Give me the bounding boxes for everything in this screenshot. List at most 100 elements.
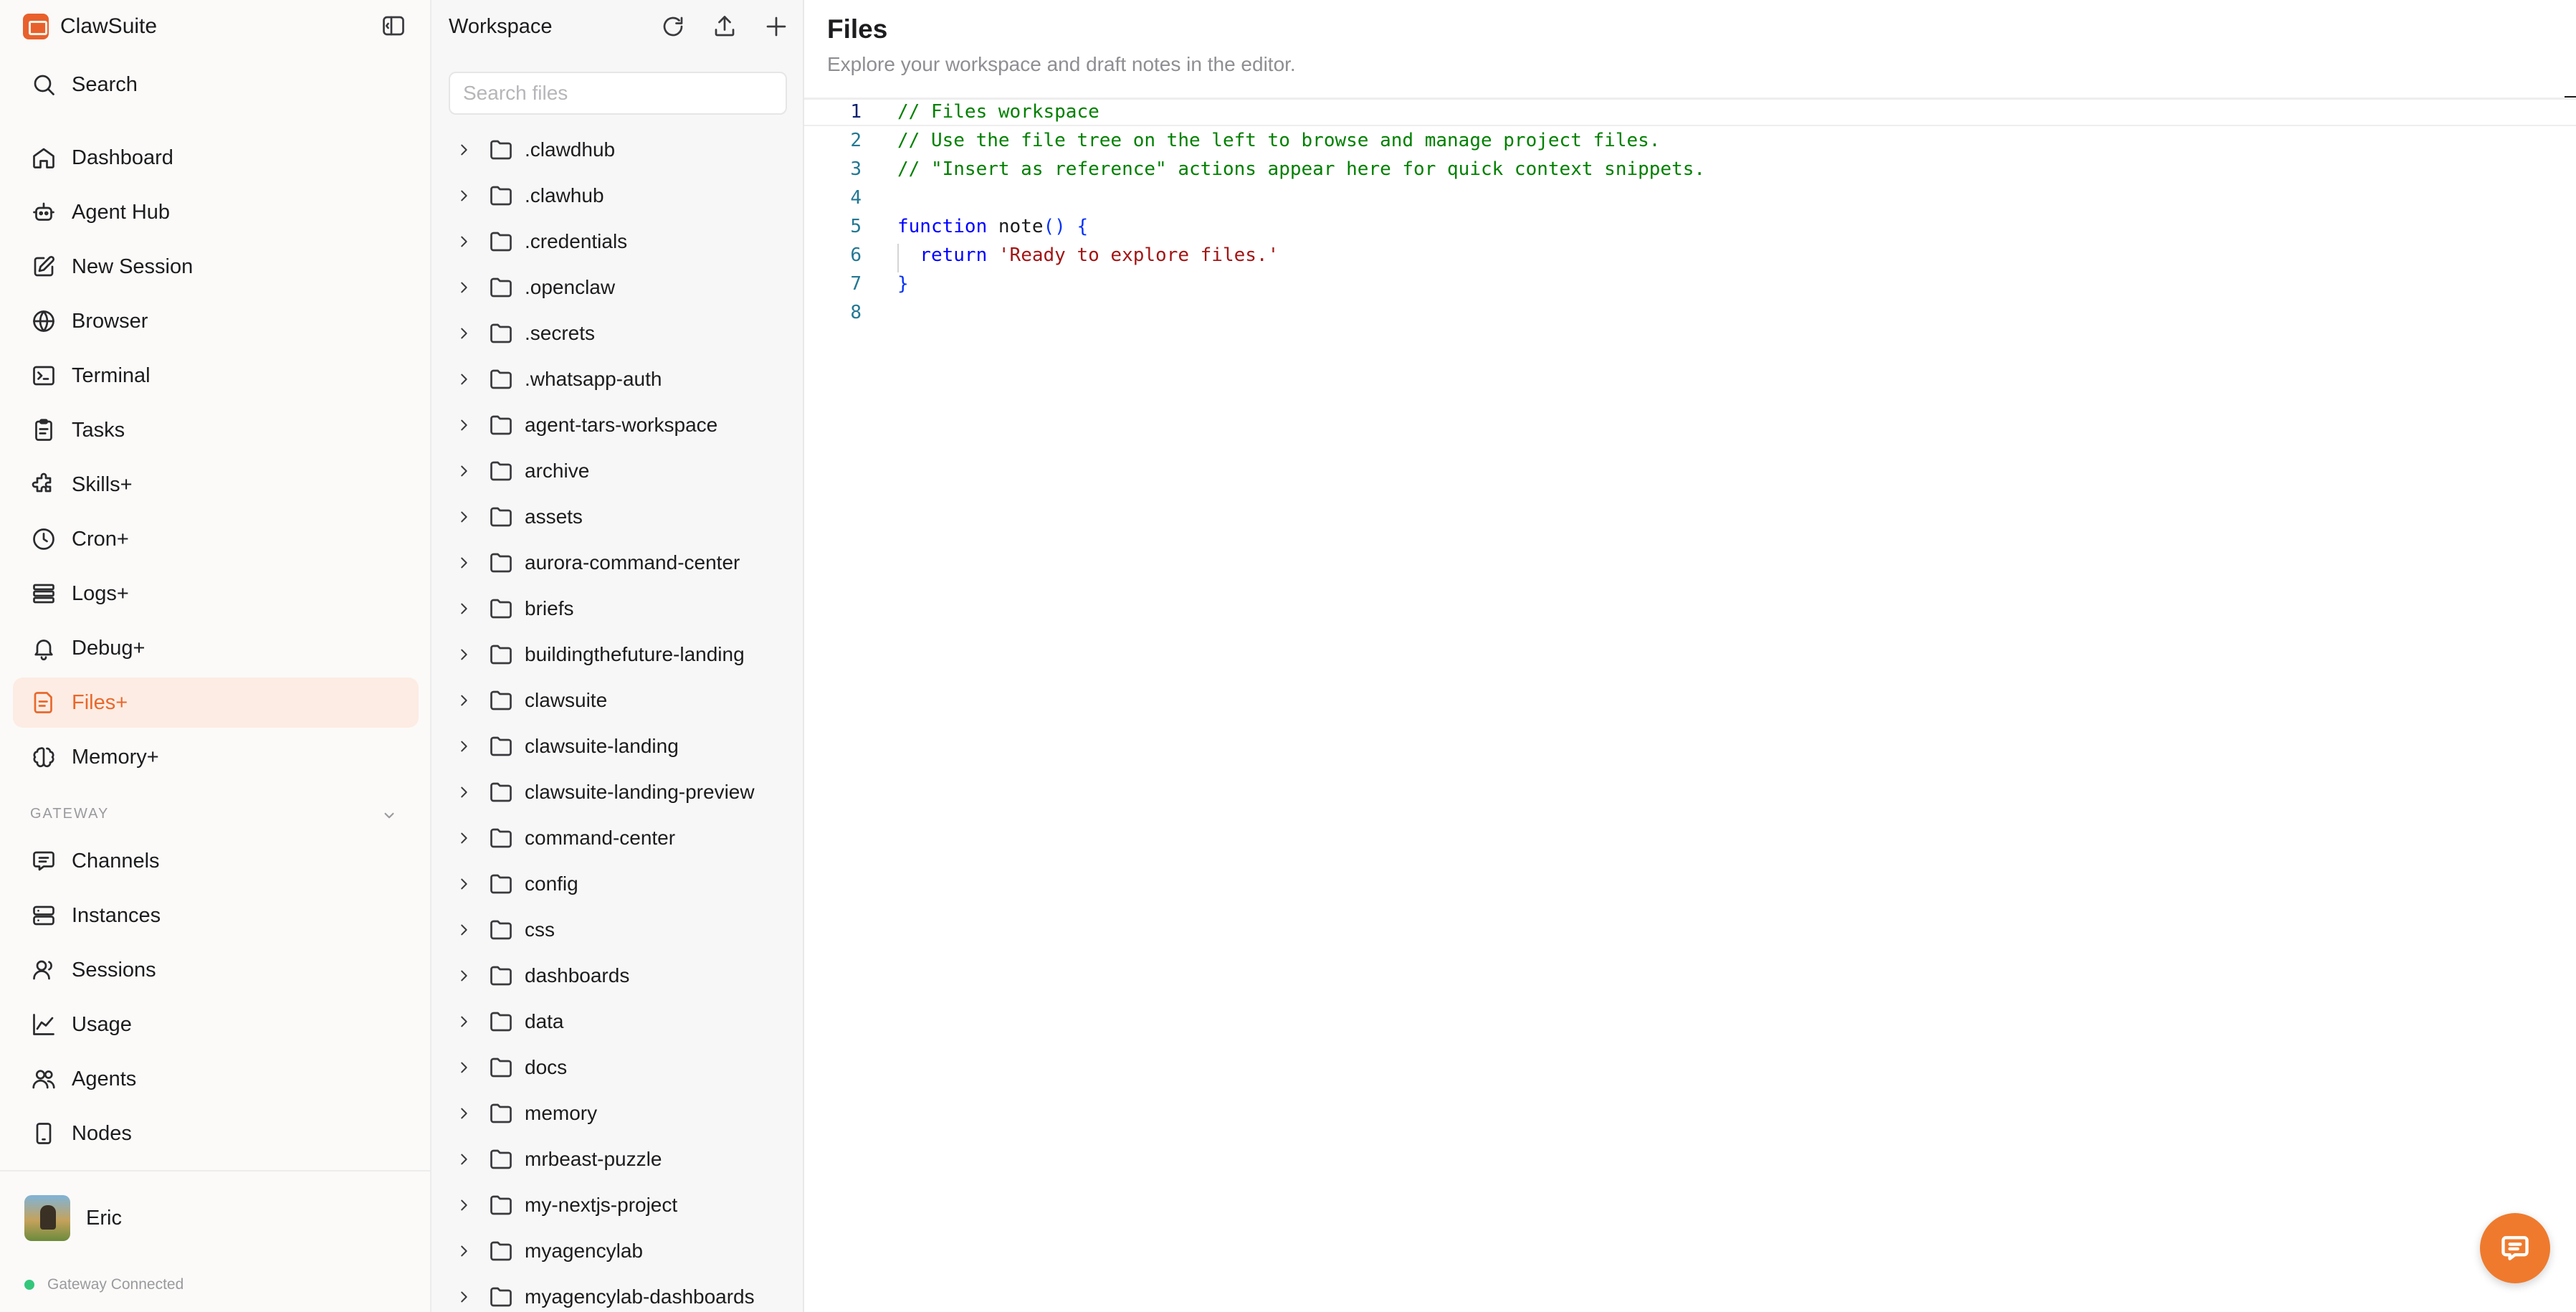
tree-folder-row[interactable]: .credentials bbox=[453, 222, 790, 262]
sidebar-item-debug[interactable]: Debug+ bbox=[13, 623, 419, 673]
code-line[interactable]: 8 bbox=[804, 298, 2576, 327]
sidebar-item-instances[interactable]: Instances bbox=[13, 890, 419, 941]
sidebar-item-label: Tasks bbox=[72, 418, 125, 442]
chevron-right-icon[interactable] bbox=[453, 873, 474, 895]
user-profile[interactable]: Eric bbox=[24, 1194, 122, 1242]
folder-icon bbox=[487, 366, 515, 393]
code-line[interactable]: 7} bbox=[804, 270, 2576, 298]
tree-folder-row[interactable]: myagencylab-dashboards bbox=[453, 1277, 790, 1312]
plus-icon[interactable] bbox=[760, 10, 793, 43]
tree-folder-row[interactable]: dashboards bbox=[453, 956, 790, 996]
chevron-right-icon[interactable] bbox=[453, 1103, 474, 1124]
chevron-right-icon[interactable] bbox=[453, 369, 474, 390]
refresh-icon[interactable] bbox=[657, 10, 690, 43]
code-token: } bbox=[897, 273, 909, 295]
chevron-right-icon[interactable] bbox=[453, 644, 474, 665]
sidebar-item-agents[interactable]: Agents bbox=[13, 1054, 419, 1104]
main-content: Files Explore your workspace and draft n… bbox=[804, 0, 2576, 1312]
chevron-right-icon[interactable] bbox=[453, 919, 474, 941]
chevron-right-icon[interactable] bbox=[453, 185, 474, 206]
chevron-right-icon[interactable] bbox=[453, 231, 474, 252]
clock-icon bbox=[30, 526, 57, 553]
code-line[interactable]: 6 return 'Ready to explore files.' bbox=[804, 241, 2576, 270]
code-token: // Files workspace bbox=[897, 101, 1099, 123]
sidebar-item-browser[interactable]: Browser bbox=[13, 296, 419, 346]
chevron-right-icon[interactable] bbox=[453, 1194, 474, 1216]
tree-folder-row[interactable]: data bbox=[453, 1002, 790, 1042]
tree-folder-row[interactable]: .openclaw bbox=[453, 267, 790, 308]
tree-folder-row[interactable]: clawsuite-landing bbox=[453, 726, 790, 766]
chevron-right-icon[interactable] bbox=[453, 1011, 474, 1032]
tree-folder-row[interactable]: docs bbox=[453, 1047, 790, 1088]
sidebar-item-label: Channels bbox=[72, 849, 160, 873]
folder-icon bbox=[487, 824, 515, 852]
code-line[interactable]: 5 function note() { bbox=[804, 212, 2576, 241]
chevron-right-icon[interactable] bbox=[453, 414, 474, 436]
chevron-right-icon[interactable] bbox=[453, 1286, 474, 1308]
tree-folder-row[interactable]: myagencylab bbox=[453, 1231, 790, 1271]
upload-icon[interactable] bbox=[708, 10, 741, 43]
sidebar-item-sessions[interactable]: Sessions bbox=[13, 945, 419, 995]
code-text: function note() { bbox=[897, 216, 1088, 237]
chevron-right-icon[interactable] bbox=[453, 552, 474, 574]
tree-folder-row[interactable]: my-nextjs-project bbox=[453, 1185, 790, 1225]
tree-folder-row[interactable]: css bbox=[453, 910, 790, 950]
chevron-right-icon[interactable] bbox=[453, 139, 474, 161]
sidebar-item-files[interactable]: Files+ bbox=[13, 678, 419, 728]
tree-folder-row[interactable]: clawsuite bbox=[453, 680, 790, 721]
tree-folder-row[interactable]: buildingthefuture-landing bbox=[453, 634, 790, 675]
chevron-right-icon[interactable] bbox=[453, 460, 474, 482]
tree-folder-row[interactable]: .whatsapp-auth bbox=[453, 359, 790, 399]
code-line[interactable]: 2 // Use the file tree on the left to bro… bbox=[804, 126, 2576, 155]
chevron-right-icon[interactable] bbox=[453, 1149, 474, 1170]
chevron-right-icon[interactable] bbox=[453, 323, 474, 344]
sidebar-item-memory[interactable]: Memory+ bbox=[13, 732, 419, 782]
chevron-right-icon[interactable] bbox=[453, 1240, 474, 1262]
sidebar-item-agent-hub[interactable]: Agent Hub bbox=[13, 187, 419, 237]
chevron-right-icon[interactable] bbox=[453, 1057, 474, 1078]
sidebar-item-cron[interactable]: Cron+ bbox=[13, 514, 419, 564]
folder-icon bbox=[487, 1054, 515, 1081]
sidebar-item-search[interactable]: Search bbox=[13, 60, 419, 110]
sidebar-item-usage[interactable]: Usage bbox=[13, 999, 419, 1050]
sidebar-item-skills[interactable]: Skills+ bbox=[13, 460, 419, 510]
tree-folder-row[interactable]: clawsuite-landing-preview bbox=[453, 772, 790, 812]
tree-folder-row[interactable]: agent-tars-workspace bbox=[453, 405, 790, 445]
code-line[interactable]: 3 // "Insert as reference" actions appear… bbox=[804, 155, 2576, 184]
chevron-down-icon[interactable] bbox=[380, 806, 399, 824]
tree-folder-row[interactable]: command-center bbox=[453, 818, 790, 858]
tree-folder-row[interactable]: mrbeast-puzzle bbox=[453, 1139, 790, 1179]
sidebar-toggle-icon[interactable] bbox=[378, 13, 409, 39]
sidebar-item-logs[interactable]: Logs+ bbox=[13, 569, 419, 619]
chevron-right-icon[interactable] bbox=[453, 736, 474, 757]
tree-folder-row[interactable]: briefs bbox=[453, 589, 790, 629]
sidebar-item-channels[interactable]: Channels bbox=[13, 836, 419, 886]
tree-folder-row[interactable]: .clawdhub bbox=[453, 130, 790, 170]
sidebar-item-new-session[interactable]: New Session bbox=[13, 242, 419, 292]
code-line[interactable]: 4 bbox=[804, 184, 2576, 212]
sidebar-item-nodes[interactable]: Nodes bbox=[13, 1108, 419, 1159]
tree-folder-row[interactable]: .clawhub bbox=[453, 176, 790, 216]
sidebar-item-terminal[interactable]: Terminal bbox=[13, 351, 419, 401]
tree-folder-row[interactable]: config bbox=[453, 864, 790, 904]
chevron-right-icon[interactable] bbox=[453, 506, 474, 528]
puzzle-icon bbox=[30, 471, 57, 498]
chevron-right-icon[interactable] bbox=[453, 827, 474, 849]
search-files-input[interactable] bbox=[449, 72, 787, 115]
tree-folder-row[interactable]: aurora-command-center bbox=[453, 543, 790, 583]
tree-folder-row[interactable]: .secrets bbox=[453, 313, 790, 353]
tree-folder-row[interactable]: archive bbox=[453, 451, 790, 491]
tree-folder-row[interactable]: memory bbox=[453, 1093, 790, 1133]
tree-folder-row[interactable]: assets bbox=[453, 497, 790, 537]
chevron-right-icon[interactable] bbox=[453, 781, 474, 803]
sidebar-item-dashboard[interactable]: Dashboard bbox=[13, 133, 419, 183]
chevron-right-icon[interactable] bbox=[453, 690, 474, 711]
chevron-right-icon[interactable] bbox=[453, 277, 474, 298]
folder-name: clawsuite-landing bbox=[525, 735, 679, 757]
chat-button[interactable] bbox=[2480, 1213, 2550, 1283]
chevron-right-icon[interactable] bbox=[453, 598, 474, 619]
sidebar-item-label: Usage bbox=[72, 1012, 132, 1036]
code-line[interactable]: 1 // Files workspace bbox=[804, 98, 2576, 126]
chevron-right-icon[interactable] bbox=[453, 965, 474, 987]
sidebar-item-tasks[interactable]: Tasks bbox=[13, 405, 419, 455]
